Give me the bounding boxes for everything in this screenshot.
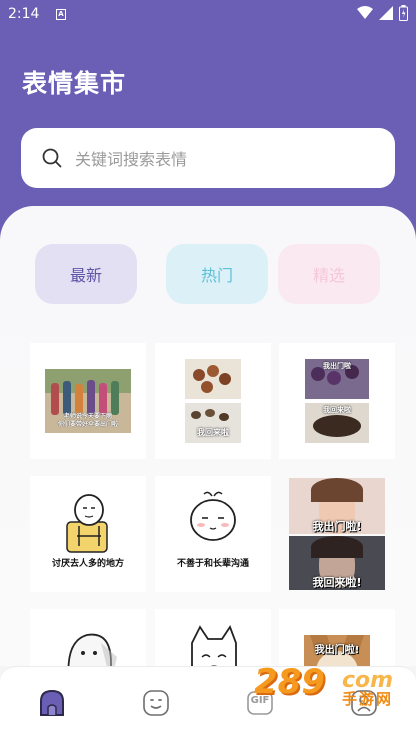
site-watermark: 289 com 手游网: [246, 662, 396, 708]
sticker-card[interactable]: 不善于和长辈沟通: [155, 476, 271, 592]
category-tab-hot[interactable]: 热门: [166, 244, 268, 304]
sticker-caption: 我回来啦: [197, 428, 229, 437]
sticker-card[interactable]: 讨厌去人多的地方: [30, 476, 146, 592]
sticker-caption: 我回来啦!: [312, 576, 362, 589]
sticker-image: 我回来啦: [185, 359, 241, 443]
house-icon: [40, 689, 64, 716]
battery-icon: [399, 5, 408, 21]
sticker-caption: 我出门啦!: [312, 520, 362, 533]
sticker-image: 我出门啦! 我回来啦!: [289, 476, 385, 592]
sticker-image: [66, 494, 108, 553]
watermark-text: 手游网: [342, 690, 394, 708]
sticker-caption: 我出门啦!: [314, 645, 360, 656]
sticker-caption: 你们要带好伞要出门啦: [57, 421, 118, 428]
sticker-card[interactable]: 我出门啦 我回来啦: [279, 343, 395, 459]
sticker-card[interactable]: 我出门啦! 我回来啦!: [279, 476, 395, 592]
notification-icon: A: [56, 9, 66, 20]
search-icon: [42, 148, 62, 168]
sticker-caption: 老师说今天要下雨: [63, 413, 112, 420]
sticker-image: [190, 491, 236, 541]
search-placeholder: 关键词搜索表情: [75, 150, 188, 169]
sticker-caption: 不善于和长辈沟通: [176, 559, 249, 569]
sticker-image: 老师说今天要下雨 你们要带好伞要出门啦: [45, 369, 131, 433]
home-tab[interactable]: [34, 685, 70, 721]
smiley-icon: [143, 690, 169, 716]
sticker-caption: 讨厌去人多的地方: [51, 559, 124, 569]
sticker-card[interactable]: 我回来啦: [155, 343, 271, 459]
sticker-caption: 我出门啦: [323, 362, 351, 370]
category-tab-featured[interactable]: 精选: [278, 244, 380, 304]
category-tab-latest[interactable]: 最新: [35, 244, 137, 304]
status-time: 2:14: [8, 6, 40, 22]
search-input[interactable]: 关键词搜索表情: [21, 128, 395, 188]
sticker-caption: 我回来啦: [323, 406, 351, 414]
signal-icon: [379, 6, 393, 20]
wifi-icon: [357, 6, 373, 19]
emoji-tab[interactable]: [138, 685, 174, 721]
watermark-number: 289: [254, 662, 325, 702]
sticker-image: 我出门啦 我回来啦: [305, 359, 369, 443]
page-title: 表情集市: [22, 69, 127, 98]
sticker-card[interactable]: 老师说今天要下雨 你们要带好伞要出门啦: [30, 343, 146, 459]
status-icons: [357, 5, 408, 21]
status-bar: 2:14 A: [0, 0, 416, 30]
